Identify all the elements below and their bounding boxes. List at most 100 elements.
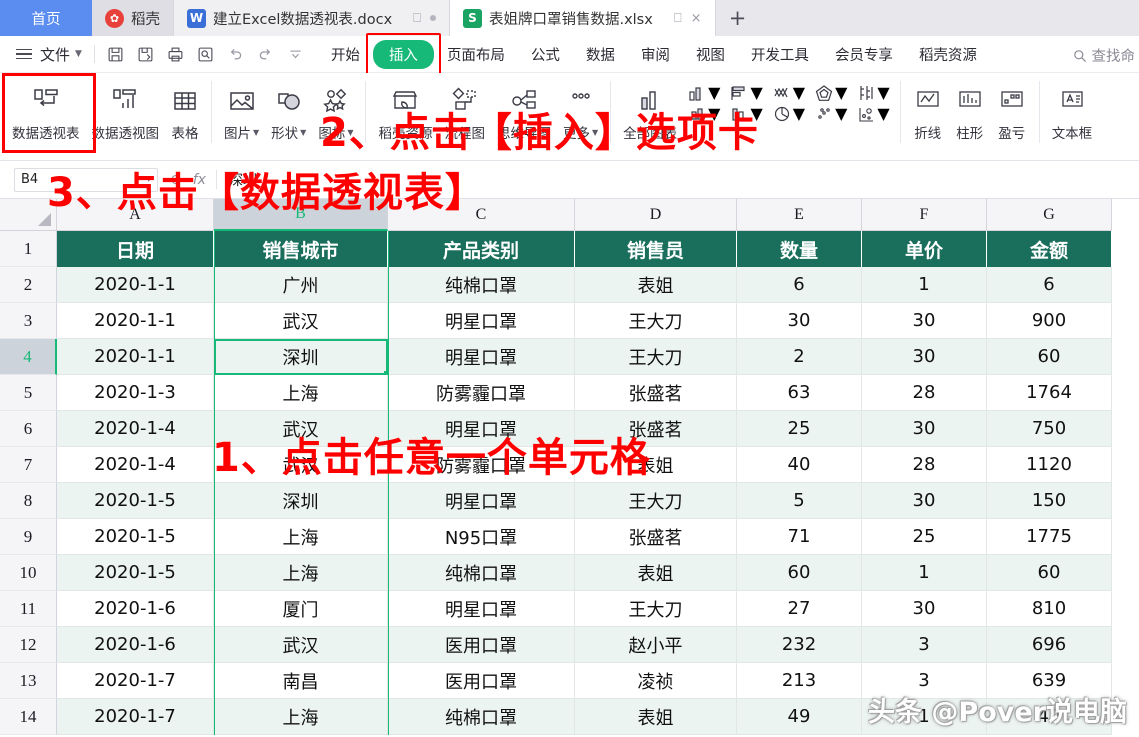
cell-D4[interactable]: 王大刀: [575, 339, 737, 375]
cancel-icon[interactable]: ⊜: [170, 172, 182, 188]
new-tab-button[interactable]: +: [715, 0, 760, 36]
print-preview-icon[interactable]: [197, 46, 214, 63]
bubble-chart-button[interactable]: ▼: [852, 104, 893, 123]
cell-B6[interactable]: 武汉: [214, 411, 388, 447]
row-header-14[interactable]: 14: [0, 699, 57, 735]
cell-E1[interactable]: 数量: [737, 231, 862, 267]
cell-B2[interactable]: 广州: [214, 267, 388, 303]
save-as-icon[interactable]: [137, 46, 154, 63]
cell-G4[interactable]: 60: [987, 339, 1112, 375]
row-header-10[interactable]: 10: [0, 555, 57, 591]
cell-A3[interactable]: 2020-1-1: [57, 303, 214, 339]
row-header-2[interactable]: 2: [0, 267, 57, 303]
cell-A6[interactable]: 2020-1-4: [57, 411, 214, 447]
pivot-chart-button[interactable]: 数据透视图: [86, 78, 166, 142]
document-tab-docx[interactable]: W 建立Excel数据透视表.docx ⎕: [174, 0, 450, 36]
row-header-9[interactable]: 9: [0, 519, 57, 555]
cell-F6[interactable]: 30: [862, 411, 987, 447]
cell-E2[interactable]: 6: [737, 267, 862, 303]
row-header-4[interactable]: 4: [0, 339, 57, 375]
cell-C14[interactable]: 纯棉口罩: [388, 699, 575, 735]
cell-C10[interactable]: 纯棉口罩: [388, 555, 575, 591]
cell-B5[interactable]: 上海: [214, 375, 388, 411]
cell-G5[interactable]: 1764: [987, 375, 1112, 411]
cell-F1[interactable]: 单价: [862, 231, 987, 267]
formula-input[interactable]: 深圳: [229, 170, 1139, 190]
line-chart-button[interactable]: ▼: [768, 83, 809, 102]
icons-button[interactable]: 图标 ▼: [312, 78, 359, 142]
cell-G2[interactable]: 6: [987, 267, 1112, 303]
cell-C6[interactable]: 明星口罩: [388, 411, 575, 447]
tab-formula[interactable]: 公式: [518, 40, 573, 69]
cell-A13[interactable]: 2020-1-7: [57, 663, 214, 699]
picture-button[interactable]: 图片 ▼: [218, 78, 265, 142]
cell-D10[interactable]: 表姐: [575, 555, 737, 591]
cell-D13[interactable]: 凌祯: [575, 663, 737, 699]
cell-D5[interactable]: 张盛茗: [575, 375, 737, 411]
cell-G11[interactable]: 810: [987, 591, 1112, 627]
row-header-11[interactable]: 11: [0, 591, 57, 627]
pivot-table-button[interactable]: 数据透视表: [6, 78, 86, 142]
scatter-chart-button[interactable]: ▼: [810, 104, 851, 123]
select-all-button[interactable]: [0, 199, 57, 231]
column-header-F[interactable]: F: [862, 199, 987, 231]
insert-function-icon[interactable]: fx: [193, 172, 206, 188]
cell-G8[interactable]: 150: [987, 483, 1112, 519]
more-button[interactable]: 更多 ▼: [557, 78, 604, 142]
cell-C9[interactable]: N95口罩: [388, 519, 575, 555]
tab-daoke-resources[interactable]: 稻壳资源: [906, 40, 990, 69]
cell-A1[interactable]: 日期: [57, 231, 214, 267]
cell-E13[interactable]: 213: [737, 663, 862, 699]
row-header-7[interactable]: 7: [0, 447, 57, 483]
bar-chart-button[interactable]: ▼: [725, 83, 766, 102]
tab-page-layout[interactable]: 页面布局: [434, 40, 518, 69]
cell-G12[interactable]: 696: [987, 627, 1112, 663]
cell-G10[interactable]: 60: [987, 555, 1112, 591]
cell-E7[interactable]: 40: [737, 447, 862, 483]
cell-C13[interactable]: 医用口罩: [388, 663, 575, 699]
cell-D11[interactable]: 王大刀: [575, 591, 737, 627]
tab-member-exclusive[interactable]: 会员专享: [822, 40, 906, 69]
tab-developer-tools[interactable]: 开发工具: [738, 40, 822, 69]
cell-B10[interactable]: 上海: [214, 555, 388, 591]
cell-F5[interactable]: 28: [862, 375, 987, 411]
cell-F12[interactable]: 3: [862, 627, 987, 663]
cell-E12[interactable]: 232: [737, 627, 862, 663]
cell-F8[interactable]: 30: [862, 483, 987, 519]
cell-F3[interactable]: 30: [862, 303, 987, 339]
cell-F7[interactable]: 28: [862, 447, 987, 483]
cell-G7[interactable]: 1120: [987, 447, 1112, 483]
row-header-1[interactable]: 1: [0, 231, 57, 267]
cell-E4[interactable]: 2: [737, 339, 862, 375]
cell-A12[interactable]: 2020-1-6: [57, 627, 214, 663]
cell-B11[interactable]: 厦门: [214, 591, 388, 627]
cell-E3[interactable]: 30: [737, 303, 862, 339]
cell-A4[interactable]: 2020-1-1: [57, 339, 214, 375]
row-header-12[interactable]: 12: [0, 627, 57, 663]
save-icon[interactable]: [107, 46, 124, 63]
cell-G9[interactable]: 1775: [987, 519, 1112, 555]
cell-D8[interactable]: 王大刀: [575, 483, 737, 519]
sparkline-column-button[interactable]: 柱形: [949, 78, 991, 142]
print-icon[interactable]: [167, 46, 184, 63]
cell-D9[interactable]: 张盛茗: [575, 519, 737, 555]
column-header-D[interactable]: D: [575, 199, 737, 231]
cell-E6[interactable]: 25: [737, 411, 862, 447]
cell-A7[interactable]: 2020-1-4: [57, 447, 214, 483]
cell-F4[interactable]: 30: [862, 339, 987, 375]
cell-B3[interactable]: 武汉: [214, 303, 388, 339]
cell-D6[interactable]: 张盛茗: [575, 411, 737, 447]
cell-C2[interactable]: 纯棉口罩: [388, 267, 575, 303]
close-icon[interactable]: ×: [691, 12, 702, 25]
tab-view[interactable]: 视图: [683, 40, 738, 69]
cast-icon[interactable]: ⎕: [413, 12, 421, 25]
cell-B13[interactable]: 南昌: [214, 663, 388, 699]
name-box[interactable]: B4 ▾: [14, 167, 158, 192]
flowchart-button[interactable]: 流程图: [438, 78, 491, 142]
tab-review[interactable]: 审阅: [628, 40, 683, 69]
undo-icon[interactable]: [227, 46, 244, 63]
search-command-box[interactable]: 查找命: [1072, 45, 1135, 66]
cell-E9[interactable]: 71: [737, 519, 862, 555]
cell-A8[interactable]: 2020-1-5: [57, 483, 214, 519]
row-header-8[interactable]: 8: [0, 483, 57, 519]
